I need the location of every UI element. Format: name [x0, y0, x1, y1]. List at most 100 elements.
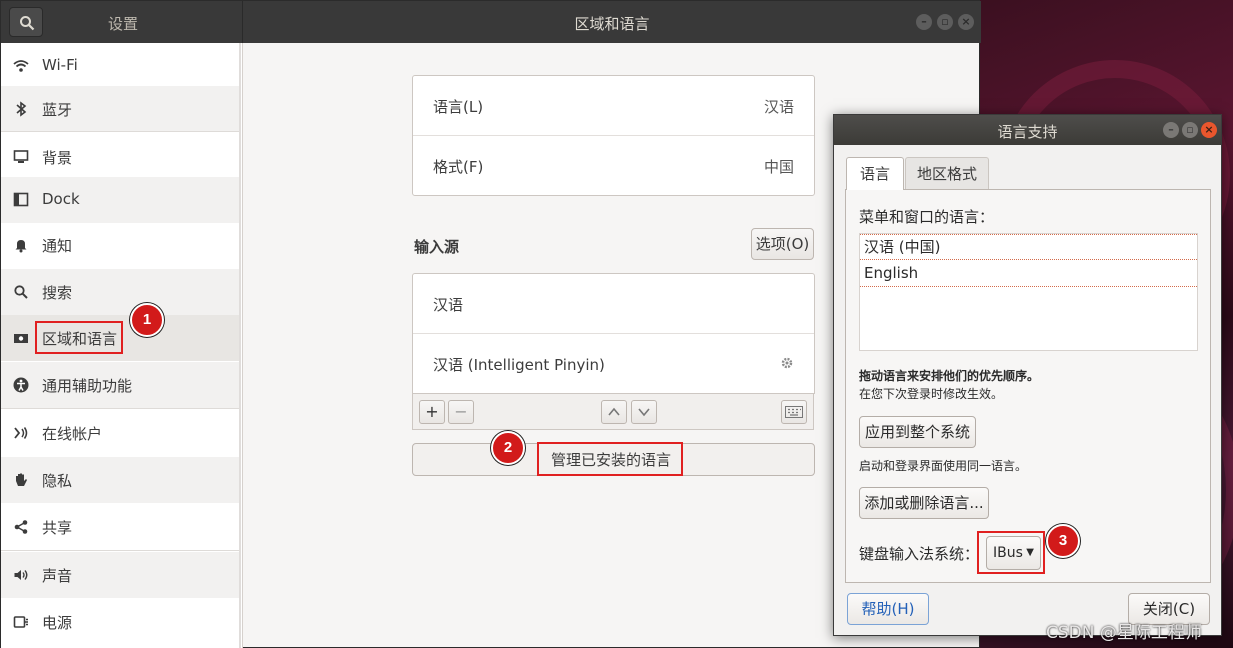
language-row[interactable]: 语言(L) 汉语	[413, 76, 814, 136]
close-button[interactable]: ×	[958, 14, 974, 30]
minimize-icon: –	[921, 15, 927, 28]
wifi-icon	[13, 58, 29, 74]
keyboard-icon	[785, 406, 803, 418]
sidebar-item-bluetooth[interactable]: 蓝牙	[1, 86, 241, 132]
language-list-item[interactable]: 汉语 (中国)	[860, 234, 1197, 260]
sidebar-divider	[1, 550, 241, 551]
sidebar-divider	[1, 408, 241, 409]
add-input-source-button[interactable]: +	[419, 400, 445, 424]
sidebar-item-label: 隐私	[42, 472, 73, 490]
gear-icon[interactable]	[780, 356, 794, 374]
bluetooth-icon	[13, 101, 29, 117]
dock-icon	[13, 192, 29, 208]
tab-language[interactable]: 语言	[846, 157, 904, 190]
sidebar-item-label: 搜索	[42, 284, 73, 302]
watermark: CSDN @星际工程师	[1046, 623, 1202, 643]
options-button[interactable]: 选项(O)	[751, 228, 814, 260]
language-label: 语言(L)	[433, 98, 484, 116]
sidebar-item-label: 通知	[42, 237, 73, 255]
sidebar-item-search[interactable]: 搜索	[1, 269, 241, 315]
maximize-icon: ▫	[1186, 123, 1194, 136]
sidebar-item-sharing[interactable]: 共享	[1, 504, 241, 550]
dialog-maximize-button[interactable]: ▫	[1182, 122, 1198, 138]
sidebar-item-sound[interactable]: 声音	[1, 552, 241, 598]
settings-titlebar: 设置 区域和语言 – ▫ ×	[1, 1, 981, 43]
sidebar-item-label: 在线帐户	[42, 425, 103, 443]
sidebar-item-label: 声音	[42, 567, 73, 585]
search-icon	[13, 284, 29, 300]
apply-system-wide-button[interactable]: 应用到整个系统	[859, 416, 976, 448]
annotation-box	[977, 531, 1045, 574]
chevron-down-icon	[638, 408, 650, 417]
accessibility-icon	[13, 377, 29, 393]
search-icon	[20, 16, 35, 31]
panel-title: 区域和语言	[574, 15, 650, 33]
maximize-button[interactable]: ▫	[937, 14, 953, 30]
minimize-button[interactable]: –	[916, 14, 932, 30]
input-sources-heading: 输入源	[414, 238, 460, 256]
menu-language-label: 菜单和窗口的语言：	[859, 208, 995, 226]
language-list[interactable]: 汉语 (中国) English	[859, 233, 1198, 351]
bell-icon	[13, 237, 29, 253]
dialog-titlebar: 语言支持 – ▫ ×	[834, 115, 1221, 145]
annotation-box	[35, 321, 123, 354]
search-button[interactable]	[9, 7, 43, 37]
annotation-box	[537, 442, 683, 476]
apply-hint: 启动和登录界面使用同一语言。	[859, 459, 1028, 473]
input-sources-list: 汉语 汉语 (Intelligent Pinyin)	[412, 273, 815, 394]
sidebar-item-dock[interactable]: Dock	[1, 177, 241, 223]
annotation-badge: 1	[130, 303, 164, 337]
titlebar-left: 设置	[1, 1, 243, 43]
remove-input-source-button[interactable]: −	[448, 400, 474, 424]
close-icon: ×	[1204, 123, 1214, 136]
drag-hint: 拖动语言来安排他们的优先顺序。	[859, 369, 1040, 383]
background-icon	[13, 149, 29, 165]
chevron-up-icon	[608, 407, 620, 416]
sidebar-item-label: 通用辅助功能	[42, 377, 133, 395]
input-sources-toolbar: + −	[412, 394, 814, 430]
sidebar-item-notifications[interactable]: 通知	[1, 222, 241, 268]
sidebar-item-wifi[interactable]: Wi-Fi	[1, 43, 241, 89]
online-accounts-icon	[13, 425, 29, 441]
power-icon	[13, 614, 29, 630]
sidebar-item-label: 背景	[42, 149, 73, 167]
dialog-tab-content: 菜单和窗口的语言： 汉语 (中国) English 拖动语言来安排他们的优先顺序…	[845, 189, 1211, 583]
input-source-label: 汉语	[433, 296, 464, 314]
keyboard-input-label: 键盘输入法系统：	[859, 545, 980, 563]
dialog-close-button[interactable]: ×	[1201, 122, 1217, 138]
annotation-badge: 3	[1046, 524, 1080, 558]
dialog-minimize-button[interactable]: –	[1163, 122, 1179, 138]
sidebar-divider	[1, 131, 241, 132]
help-button[interactable]: 帮助(H)	[847, 593, 929, 625]
input-source-item[interactable]: 汉语 (Intelligent Pinyin)	[413, 334, 814, 394]
sidebar-item-online-accounts[interactable]: 在线帐户	[1, 410, 241, 456]
sidebar-item-label: 蓝牙	[42, 101, 73, 119]
minimize-icon: –	[1168, 123, 1174, 136]
language-format-box: 语言(L) 汉语 格式(F) 中国	[412, 75, 815, 196]
move-down-button[interactable]	[631, 400, 657, 424]
annotation-badge: 2	[491, 431, 525, 465]
format-label: 格式(F)	[433, 158, 484, 176]
language-value: 汉语	[763, 98, 794, 116]
sidebar-item-background[interactable]: 背景	[1, 134, 241, 180]
move-up-button[interactable]	[601, 400, 627, 424]
sidebar-item-privacy[interactable]: 隐私	[1, 457, 241, 503]
format-value: 中国	[763, 158, 794, 176]
keyboard-layout-button[interactable]	[781, 400, 807, 424]
add-remove-languages-button[interactable]: 添加或删除语言...	[859, 487, 989, 519]
flag-icon	[13, 330, 29, 346]
sidebar-item-accessibility[interactable]: 通用辅助功能	[1, 362, 241, 408]
sidebar-item-label: Dock	[42, 190, 80, 208]
format-row[interactable]: 格式(F) 中国	[413, 136, 814, 196]
sidebar-item-power[interactable]: 电源	[1, 599, 241, 645]
input-source-label: 汉语 (Intelligent Pinyin)	[433, 356, 605, 374]
app-title: 设置	[107, 15, 138, 33]
tab-regional-formats[interactable]: 地区格式	[905, 157, 989, 189]
close-icon: ×	[961, 15, 971, 28]
sidebar-item-label: 共享	[42, 519, 73, 537]
sidebar-scrollbar[interactable]	[239, 43, 241, 648]
hand-icon	[13, 472, 29, 488]
maximize-icon: ▫	[941, 15, 949, 28]
input-source-item[interactable]: 汉语	[413, 274, 814, 334]
language-list-item[interactable]: English	[860, 261, 1197, 287]
